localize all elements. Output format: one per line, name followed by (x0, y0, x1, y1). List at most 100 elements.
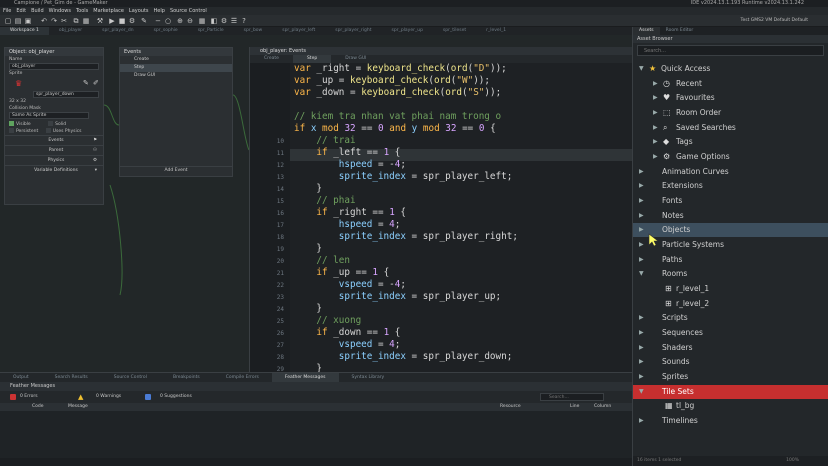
asset-objects[interactable]: ▶ Objects (633, 223, 828, 238)
workspace-tab[interactable]: spr_tileset (433, 27, 476, 35)
save-icon[interactable]: ▣ (24, 17, 32, 25)
expand-icon[interactable]: ▶ (639, 179, 644, 193)
code-line[interactable]: hspeed = -4; (294, 159, 406, 171)
workspace-tab[interactable]: spr_Particle (188, 27, 234, 35)
stop-icon[interactable]: ■ (118, 17, 126, 25)
expand-icon[interactable]: ▶ (653, 121, 658, 135)
zoom-fit-icon[interactable]: ⊖ (186, 17, 194, 25)
output-tab[interactable]: Source Control (101, 373, 160, 382)
object-button-parent[interactable]: Parent ⚇ (5, 145, 103, 155)
errors-filter[interactable]: 0 Errors (20, 391, 38, 403)
code-line[interactable]: } (294, 303, 322, 315)
workspace-tab[interactable]: spr_player_up (382, 27, 433, 35)
warnings-filter[interactable]: 0 Warnings (96, 391, 121, 403)
expand-icon[interactable]: ▶ (653, 135, 658, 149)
output-tab[interactable]: Output (0, 373, 42, 382)
code-line[interactable]: // trai (294, 135, 355, 147)
workspace-tab[interactable]: spr_player_right (325, 27, 381, 35)
expand-icon[interactable]: ▶ (639, 165, 644, 179)
code-line[interactable]: // phai (294, 195, 355, 207)
expand-icon[interactable]: ▶ (653, 77, 658, 91)
asset-particle-systems[interactable]: ▶ Particle Systems (633, 238, 828, 252)
asset-search-input[interactable]: Search... (637, 45, 824, 56)
copy-icon[interactable]: ⧉ (72, 17, 80, 25)
new-icon[interactable]: ▢ (4, 17, 12, 25)
output-tab[interactable]: Syntax Library (339, 373, 398, 382)
output-tab[interactable]: Breakpoints (160, 373, 213, 382)
code-tab[interactable]: Create (250, 55, 293, 63)
event-item-step[interactable]: Step (120, 64, 232, 72)
code-line[interactable]: // kiem tra nhan vat phai nam trong o (294, 111, 501, 123)
undo-icon[interactable]: ↶ (40, 17, 48, 25)
expand-icon[interactable]: ▶ (639, 194, 644, 208)
asset-scripts[interactable]: ▶ Scripts (633, 311, 828, 325)
asset-r_level_1[interactable]: ⊞ r_level_1 (633, 282, 828, 296)
asset-timelines[interactable]: ▶ Timelines (633, 414, 828, 428)
persistent-checkbox[interactable] (9, 128, 14, 133)
column-header-column[interactable]: Column (594, 403, 611, 411)
preferences-icon[interactable]: ☰ (230, 17, 238, 25)
menu-item-file[interactable]: File (3, 8, 11, 14)
zoom-in-icon[interactable]: ⊕ (176, 17, 184, 25)
asset-r_level_2[interactable]: ⊞ r_level_2 (633, 297, 828, 311)
expand-icon[interactable]: ▶ (639, 253, 644, 267)
paste-icon[interactable]: ▦ (82, 17, 90, 25)
menu-item-build[interactable]: Build (31, 8, 44, 14)
code-line[interactable]: if _up == 1 { (294, 267, 389, 279)
code-line[interactable]: sprite_index = spr_player_up; (294, 291, 501, 303)
asset-tile-sets[interactable]: ▼ Tile Sets (633, 384, 828, 399)
clean-icon[interactable]: ✎ (140, 17, 148, 25)
column-header-code[interactable]: Code (32, 403, 44, 411)
asset-favourites[interactable]: ▶ ♥ Favourites (633, 91, 828, 105)
output-tab[interactable]: Compile Errors (213, 373, 272, 382)
collapse-icon[interactable]: ▼ (639, 62, 644, 76)
object-button-physics[interactable]: Physics ⚙ (5, 155, 103, 165)
asset-fonts[interactable]: ▶ Fonts (633, 194, 828, 208)
code-line[interactable]: if _right == 1 { (294, 207, 406, 219)
output-tab[interactable]: Feather Messages (271, 373, 339, 382)
expand-icon[interactable]: ▶ (639, 355, 644, 369)
code-tab[interactable]: Step (292, 55, 332, 63)
object-button-events[interactable]: Events ⚑ (5, 135, 103, 145)
sprite-select[interactable]: spr_player_down (33, 91, 99, 98)
help-icon[interactable]: ? (240, 17, 248, 25)
event-item-draw-gui[interactable]: Draw GUI (120, 72, 232, 80)
expand-icon[interactable]: ▶ (653, 91, 658, 105)
code-line[interactable]: if _left == 1 { (294, 147, 400, 159)
asset-rooms[interactable]: ▼ Rooms (633, 267, 828, 281)
code-line[interactable]: // xuong (294, 315, 361, 327)
code-line[interactable]: } (294, 243, 322, 255)
menu-item-help[interactable]: Help (154, 8, 165, 14)
collision-select[interactable]: Same As Sprite (9, 112, 89, 119)
run-icon[interactable]: ▶ (108, 17, 116, 25)
add-event-button[interactable]: Add Event (120, 166, 232, 174)
workspace-tab[interactable]: spr_player_dn (92, 27, 143, 35)
column-header-message[interactable]: Message (68, 403, 88, 411)
asset-shaders[interactable]: ▶ Shaders (633, 341, 828, 355)
open-icon[interactable]: ▤ (14, 17, 22, 25)
expand-icon[interactable]: ▶ (653, 106, 658, 120)
asset-extensions[interactable]: ▶ Extensions (633, 179, 828, 193)
code-tab[interactable]: Draw GUI (331, 55, 380, 63)
suggestions-filter[interactable]: 0 Suggestions (160, 391, 192, 403)
expand-icon[interactable]: ▶ (639, 238, 644, 252)
workspace-tab[interactable]: spr_sophie (144, 27, 188, 35)
cut-icon[interactable]: ✂ (60, 17, 68, 25)
expand-icon[interactable]: ▶ (639, 223, 644, 237)
asset-paths[interactable]: ▶ Paths (633, 253, 828, 267)
workspace-tab[interactable]: Workspace 1 (0, 27, 49, 35)
asset-saved-searches[interactable]: ▶ ⌕ Saved Searches (633, 121, 828, 135)
asset-animation-curves[interactable]: ▶ Animation Curves (633, 165, 828, 179)
zoom-out-icon[interactable]: − (154, 17, 162, 25)
asset-tl_bg[interactable]: ▦ tl_bg (633, 399, 828, 413)
expand-icon[interactable]: ▶ (639, 414, 644, 428)
code-line[interactable]: sprite_index = spr_player_left; (294, 171, 513, 183)
asset-room-order[interactable]: ▶ ⬚ Room Order (633, 106, 828, 120)
layout-icon[interactable]: ◧ (210, 17, 218, 25)
code-line[interactable]: if x mod 32 == 0 and y mod 32 == 0 { (294, 123, 496, 135)
name-field[interactable]: obj_player (9, 63, 99, 70)
asset-sprites[interactable]: ▶ Sprites (633, 370, 828, 384)
expand-icon[interactable]: ▶ (639, 326, 644, 340)
asset-sounds[interactable]: ▶ Sounds (633, 355, 828, 369)
collapse-icon[interactable]: ▼ (639, 385, 644, 399)
